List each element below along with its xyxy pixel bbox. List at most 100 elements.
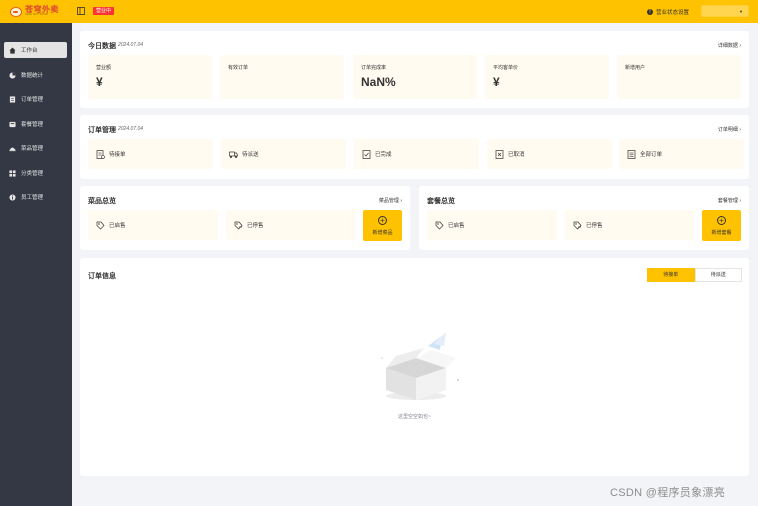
combo-overview-title: 套餐总览 bbox=[427, 198, 455, 205]
shop-status-setting[interactable]: ! 营业状态设置 bbox=[647, 6, 689, 17]
combos-on-sale-label: 已启售 bbox=[448, 223, 465, 229]
sidebar-item-label: 订单管理 bbox=[21, 97, 44, 103]
logo-icon bbox=[10, 6, 22, 17]
dish-management-link[interactable]: 菜品管理 › bbox=[379, 197, 402, 204]
stat-value: ¥ bbox=[96, 75, 103, 89]
stat-valid-orders: 有效订单 bbox=[220, 55, 344, 99]
sidebar-item-label: 菜品管理 bbox=[21, 146, 44, 152]
sidebar-item-employees[interactable]: 员工管理 bbox=[4, 189, 67, 205]
today-data-title: 今日数据 bbox=[88, 43, 116, 50]
dish-overview-title: 菜品总览 bbox=[88, 198, 116, 205]
stat-value: NaN% bbox=[361, 75, 396, 89]
sidebar-item-label: 分类管理 bbox=[21, 171, 44, 177]
combo-icon bbox=[9, 121, 16, 127]
sidebar-item-label: 套餐管理 bbox=[21, 122, 44, 128]
tab-pending-accept[interactable]: 待接单 bbox=[647, 268, 695, 282]
stat-value: ¥ bbox=[493, 75, 500, 89]
watermark: CSDN @程序员象漂亮 bbox=[610, 487, 725, 499]
order-status-label: 已完成 bbox=[375, 152, 392, 158]
completed-order-icon bbox=[362, 149, 371, 159]
empty-box-illustration bbox=[381, 332, 459, 400]
order-status-label: 待派送 bbox=[242, 152, 259, 158]
dishes-on-sale-label: 已启售 bbox=[109, 223, 126, 229]
order-status-label: 待接单 bbox=[109, 152, 126, 158]
sidebar-item-dishes[interactable]: 菜品管理 bbox=[4, 140, 67, 156]
sidebar-item-label: 员工管理 bbox=[21, 195, 44, 201]
order-info-title: 订单信息 bbox=[88, 273, 116, 280]
orders-pending-accept[interactable]: 待接单 bbox=[88, 139, 213, 169]
stat-label: 有效订单 bbox=[228, 65, 249, 71]
orders-cancelled[interactable]: 已取消 bbox=[487, 139, 612, 169]
tag-off-icon bbox=[234, 221, 243, 229]
order-management-card: 订单管理 2024.07.04 订单明细 › 待接单 待派送 已完成 已取消 全… bbox=[80, 115, 749, 179]
tag-off-icon bbox=[573, 221, 582, 229]
category-icon bbox=[9, 169, 16, 177]
today-data-card: 今日数据 2024.07.04 详细数据 › 营业额 ¥ 有效订单 订单完成率 … bbox=[80, 31, 749, 108]
stat-completion-rate: 订单完成率 NaN% bbox=[353, 55, 477, 99]
add-dish-button[interactable]: + 新增菜品 bbox=[363, 210, 402, 241]
delivery-icon bbox=[229, 151, 238, 158]
stat-revenue: 营业额 ¥ bbox=[88, 55, 212, 99]
orders-pending-delivery[interactable]: 待派送 bbox=[221, 139, 346, 169]
order-status-label: 已取消 bbox=[508, 152, 525, 158]
collapse-menu-icon[interactable] bbox=[77, 7, 85, 15]
chart-icon bbox=[9, 71, 16, 79]
order-icon bbox=[9, 95, 16, 103]
add-dish-label: 新增菜品 bbox=[372, 230, 393, 236]
dishes-off-sale[interactable]: 已停售 bbox=[226, 210, 355, 240]
sidebar-item-label: 工作台 bbox=[21, 48, 38, 54]
add-combo-button[interactable]: + 新增套餐 bbox=[702, 210, 741, 241]
status-icon: ! bbox=[647, 8, 653, 15]
sidebar-item-workbench[interactable]: 工作台 bbox=[4, 42, 67, 58]
tag-icon bbox=[435, 221, 444, 229]
order-info-card: 订单信息 待接单 待派送 这里空空如也~ bbox=[80, 258, 749, 476]
chevron-down-icon: ▼ bbox=[739, 9, 743, 14]
sidebar-item-categories[interactable]: 分类管理 bbox=[4, 165, 67, 181]
sidebar-item-orders[interactable]: 订单管理 bbox=[4, 91, 67, 107]
combos-on-sale[interactable]: 已启售 bbox=[427, 210, 557, 240]
order-status-label: 全部订单 bbox=[640, 152, 663, 158]
app-logo[interactable]: 苍穹外卖 TAKE OUT FOOD bbox=[10, 5, 59, 18]
pending-order-icon bbox=[96, 149, 105, 159]
combo-overview-card: 套餐总览 套餐管理 › 已启售 已停售 + 新增套餐 bbox=[419, 186, 749, 250]
top-bar: 苍穹外卖 TAKE OUT FOOD 营业中 ! 营业状态设置 ▼ bbox=[0, 0, 758, 23]
dish-overview-card: 菜品总览 菜品管理 › 已启售 已停售 + 新增菜品 bbox=[80, 186, 410, 250]
tab-pending-delivery[interactable]: 待派送 bbox=[694, 268, 742, 282]
dishes-off-sale-label: 已停售 bbox=[247, 223, 264, 229]
employee-icon bbox=[9, 193, 16, 201]
all-orders-icon bbox=[627, 149, 636, 159]
shop-status-label: 营业状态设置 bbox=[656, 9, 690, 16]
add-combo-label: 新增套餐 bbox=[711, 230, 732, 236]
plus-circle-icon: + bbox=[717, 216, 726, 225]
tag-icon bbox=[96, 221, 105, 229]
plus-circle-icon: + bbox=[378, 216, 387, 225]
cancelled-order-icon bbox=[495, 149, 504, 159]
combo-management-link[interactable]: 套餐管理 › bbox=[718, 197, 741, 204]
stat-label: 平均客单价 bbox=[493, 65, 519, 71]
shop-status-badge: 营业中 bbox=[93, 7, 115, 15]
stat-new-users: 新增用户 bbox=[617, 55, 741, 99]
order-info-tabs: 待接单 待派送 bbox=[647, 268, 742, 282]
brand-subtitle: TAKE OUT FOOD bbox=[25, 13, 48, 17]
stat-average-price: 平均客单价 ¥ bbox=[485, 55, 609, 99]
user-dropdown[interactable]: ▼ bbox=[701, 5, 749, 17]
order-management-title: 订单管理 bbox=[88, 127, 116, 134]
stat-label: 新增用户 bbox=[625, 65, 646, 71]
sidebar-item-label: 数据统计 bbox=[21, 73, 44, 79]
combos-off-sale[interactable]: 已停售 bbox=[565, 210, 694, 240]
sidebar: 工作台 数据统计 订单管理 套餐管理 菜品管理 分类管理 员工管理 bbox=[0, 23, 72, 506]
order-detail-link[interactable]: 订单明细 › bbox=[718, 126, 741, 133]
today-data-date: 2024.07.04 bbox=[118, 42, 144, 48]
detail-data-link[interactable]: 详细数据 › bbox=[718, 42, 741, 49]
dish-icon bbox=[9, 147, 16, 151]
stat-label: 订单完成率 bbox=[361, 65, 387, 71]
orders-all[interactable]: 全部订单 bbox=[619, 139, 744, 169]
combos-off-sale-label: 已停售 bbox=[586, 223, 603, 229]
orders-completed[interactable]: 已完成 bbox=[354, 139, 479, 169]
dishes-on-sale[interactable]: 已启售 bbox=[88, 210, 218, 240]
empty-state-text: 这里空空如也~ bbox=[398, 414, 431, 420]
sidebar-item-combos[interactable]: 套餐管理 bbox=[4, 116, 67, 132]
stat-label: 营业额 bbox=[96, 65, 112, 71]
order-management-date: 2024.07.04 bbox=[118, 126, 144, 132]
sidebar-item-statistics[interactable]: 数据统计 bbox=[4, 67, 67, 83]
